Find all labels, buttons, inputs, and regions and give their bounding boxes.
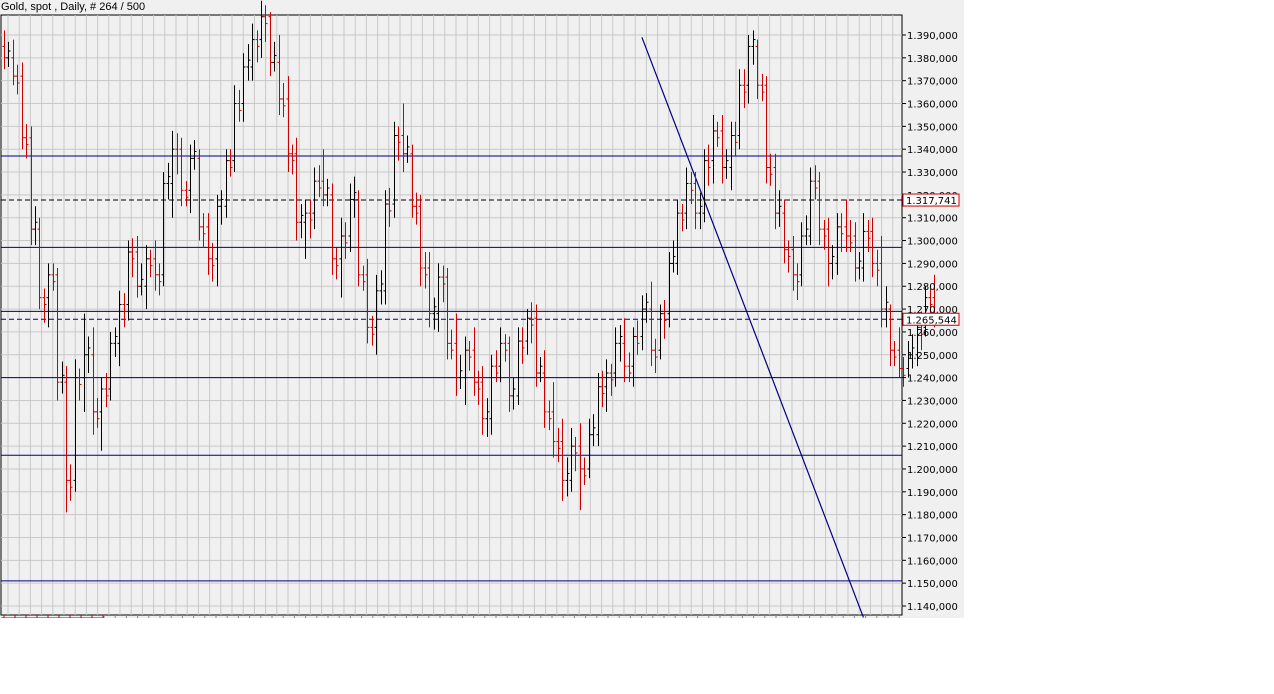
y-tick-label: 1.250,000 bbox=[907, 351, 958, 362]
chart-title: Gold, spot , Daily, # 264 / 500 bbox=[1, 1, 146, 13]
y-tick-label: 1.180,000 bbox=[907, 511, 958, 522]
y-tick-label: 1.170,000 bbox=[907, 533, 958, 544]
y-tick-label: 1.360,000 bbox=[907, 100, 958, 111]
y-tick-label: 1.390,000 bbox=[907, 31, 958, 42]
y-tick-label: 1.340,000 bbox=[907, 145, 958, 156]
chart-panel: 1.140,000 1.150,000 1.160,000 1.170,000 1.18… bbox=[0, 0, 964, 618]
y-tick-label: 1.140,000 bbox=[907, 602, 958, 613]
y-tick-label: 1.330,000 bbox=[907, 168, 958, 179]
price-marker-label: 1.265,544 bbox=[906, 315, 957, 326]
price-marker-label: 1.317,741 bbox=[906, 196, 957, 207]
y-tick-label: 1.380,000 bbox=[907, 54, 958, 65]
y-tick-label: 1.260,000 bbox=[907, 328, 958, 339]
y-tick-label: 1.370,000 bbox=[907, 77, 958, 88]
price-chart[interactable]: 1.140,000 1.150,000 1.160,000 1.170,000 1.18… bbox=[0, 0, 964, 618]
y-tick-label: 1.290,000 bbox=[907, 259, 958, 270]
y-tick-label: 1.240,000 bbox=[907, 374, 958, 385]
y-tick-label: 1.200,000 bbox=[907, 465, 958, 476]
y-tick-label: 1.230,000 bbox=[907, 396, 958, 407]
y-tick-label: 1.310,000 bbox=[907, 214, 958, 225]
y-tick-label: 1.160,000 bbox=[907, 556, 958, 567]
y-tick-label: 1.210,000 bbox=[907, 442, 958, 453]
y-tick-label: 1.150,000 bbox=[907, 579, 958, 590]
y-tick-label: 1.300,000 bbox=[907, 237, 958, 248]
price-marker: 1.317,741 bbox=[902, 193, 960, 207]
y-tick-label: 1.220,000 bbox=[907, 419, 958, 430]
y-tick-label: 1.280,000 bbox=[907, 282, 958, 293]
price-marker: 1.265,544 bbox=[902, 312, 960, 326]
y-tick-label: 1.190,000 bbox=[907, 488, 958, 499]
y-tick-label: 1.350,000 bbox=[907, 122, 958, 133]
